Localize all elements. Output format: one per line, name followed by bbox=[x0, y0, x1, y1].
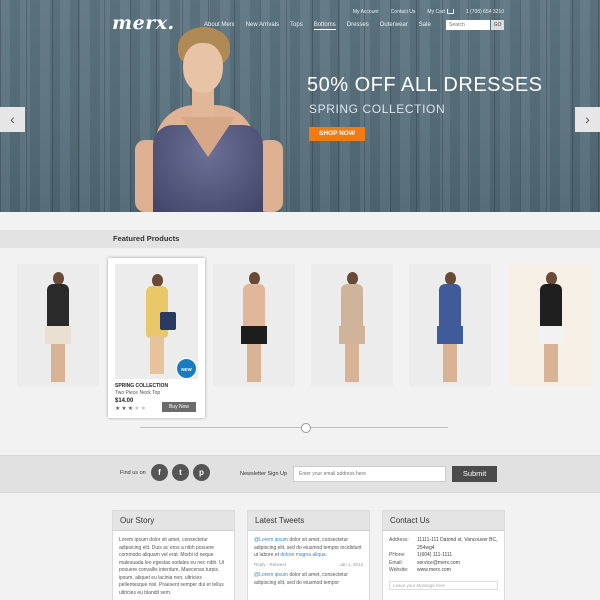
contact-value: 11111-111 Datond st, Vancouver BC, 254wg… bbox=[417, 537, 498, 551]
tweet-date: Jan 1, 2013 bbox=[339, 561, 363, 567]
buy-now-button[interactable]: Buy Now bbox=[162, 402, 196, 412]
tweet-item: @Lorem ipsum dolor sit amet, consectetur… bbox=[254, 572, 363, 587]
our-story-title: Our Story bbox=[113, 511, 234, 531]
newsletter-label: Newsletter Sign Up bbox=[240, 471, 288, 477]
featured-title: Featured Products bbox=[113, 234, 180, 243]
product-thumbnail[interactable] bbox=[510, 264, 592, 386]
cart-icon bbox=[446, 9, 454, 15]
new-badge: NEW bbox=[176, 358, 197, 379]
tweet-actions[interactable]: Reply - Retweet bbox=[254, 561, 286, 569]
nav-item[interactable]: Tops bbox=[290, 22, 303, 30]
our-story-box: Our Story Lorem ipsum dolor sit amet, co… bbox=[112, 510, 235, 600]
contact-us-title: Contact Us bbox=[383, 511, 504, 531]
nav-item[interactable]: Bottoms bbox=[313, 22, 336, 30]
contact-value: 1(604) 111-1111 bbox=[417, 552, 453, 558]
contact-key: PHone: bbox=[389, 552, 406, 558]
chevron-left-icon[interactable]: ‹ bbox=[0, 107, 25, 132]
contact-row: Website: www.merx.com bbox=[389, 567, 498, 575]
contact-key: Website: bbox=[389, 567, 409, 573]
contact-us-box: Contact Us Address: 11111-111 Datond st, … bbox=[382, 510, 505, 600]
featured-header-bar bbox=[0, 230, 600, 248]
pinterest-icon[interactable]: p bbox=[193, 464, 210, 481]
my-cart-link[interactable]: My Cart bbox=[427, 9, 454, 15]
contact-details: Address: 11111-111 Datond st, Vancouver B… bbox=[383, 531, 504, 590]
contact-value: service@merx.com bbox=[417, 559, 460, 566]
latest-tweets-box: Latest Tweets @Lorem ipsum dolor sit ame… bbox=[247, 510, 370, 600]
product-thumbnail[interactable] bbox=[311, 264, 393, 386]
product-thumbnail[interactable] bbox=[17, 264, 99, 386]
phone-number: 1 (708) 654 3210 bbox=[465, 9, 504, 15]
top-utility-nav: My Account Contact Us My Cart 1 (708) 65… bbox=[353, 9, 504, 15]
my-cart-label: My Cart bbox=[427, 9, 445, 15]
contact-us-link[interactable]: Contact Us bbox=[391, 9, 416, 15]
star-icon: ★ bbox=[140, 406, 147, 412]
search-go-button[interactable]: GO bbox=[491, 20, 504, 30]
nav-item[interactable]: Dresses bbox=[347, 22, 369, 30]
product-price: $14.00 bbox=[115, 398, 134, 404]
tweet-handle[interactable]: @Lorem ipsum bbox=[254, 537, 288, 543]
our-story-text: Lorem ipsum dolor sit amet, consectetur … bbox=[119, 537, 225, 596]
carousel-slider-handle[interactable] bbox=[301, 423, 312, 433]
latest-tweets-title: Latest Tweets bbox=[248, 511, 369, 531]
tweet-item: @Lorem ipsum dolor sit amet, consectetur… bbox=[254, 537, 363, 568]
contact-row: Email: service@merx.com bbox=[389, 560, 498, 568]
contact-row: PHone: 1(604) 111-1111 bbox=[389, 552, 498, 560]
facebook-icon[interactable]: f bbox=[151, 464, 168, 481]
newsletter-submit-button[interactable]: Submit bbox=[452, 466, 497, 482]
contact-value: www.merx.com bbox=[417, 567, 451, 573]
hero-model-image bbox=[135, 25, 285, 212]
product-rating: ★★★★★ bbox=[115, 405, 147, 412]
carousel-slider-track[interactable] bbox=[140, 427, 448, 428]
contact-key: Address: bbox=[389, 537, 409, 543]
newsletter-email-input[interactable] bbox=[293, 466, 446, 482]
product-category: SPRING COLLECTION bbox=[115, 383, 169, 389]
hero-title: 50% OFF ALL DRESSES bbox=[307, 74, 543, 96]
my-account-link[interactable]: My Account bbox=[353, 9, 379, 15]
find-us-label: Find us on bbox=[120, 470, 146, 476]
product-thumbnail[interactable] bbox=[213, 264, 295, 386]
tweets-list: @Lorem ipsum dolor sit amet, consectetur… bbox=[248, 531, 369, 587]
tweet-link[interactable]: dolore magna aliqua. bbox=[280, 552, 327, 558]
twitter-icon[interactable]: t bbox=[172, 464, 189, 481]
product-carousel bbox=[0, 258, 600, 423]
message-input[interactable]: Leave your Message here bbox=[389, 580, 498, 590]
hero-subtitle: SPRING COLLECTION bbox=[309, 102, 446, 116]
search-input[interactable] bbox=[446, 20, 490, 30]
shop-now-button[interactable]: SHOP NOW bbox=[309, 127, 365, 141]
product-thumbnail[interactable] bbox=[409, 264, 491, 386]
product-name[interactable]: Two Piece Neck Top bbox=[115, 390, 160, 396]
chevron-right-icon[interactable]: › bbox=[575, 107, 600, 132]
contact-key: Email: bbox=[389, 559, 403, 566]
hero-banner: merx. My Account Contact Us My Cart 1 (7… bbox=[0, 0, 600, 212]
contact-row: Address: 11111-111 Datond st, Vancouver B… bbox=[389, 537, 498, 552]
nav-item[interactable]: Outerwear bbox=[380, 22, 408, 30]
nav-item[interactable]: Sale bbox=[419, 22, 431, 30]
page: merx. My Account Contact Us My Cart 1 (7… bbox=[0, 0, 600, 600]
tweet-handle[interactable]: @Lorem ipsum bbox=[254, 572, 288, 578]
